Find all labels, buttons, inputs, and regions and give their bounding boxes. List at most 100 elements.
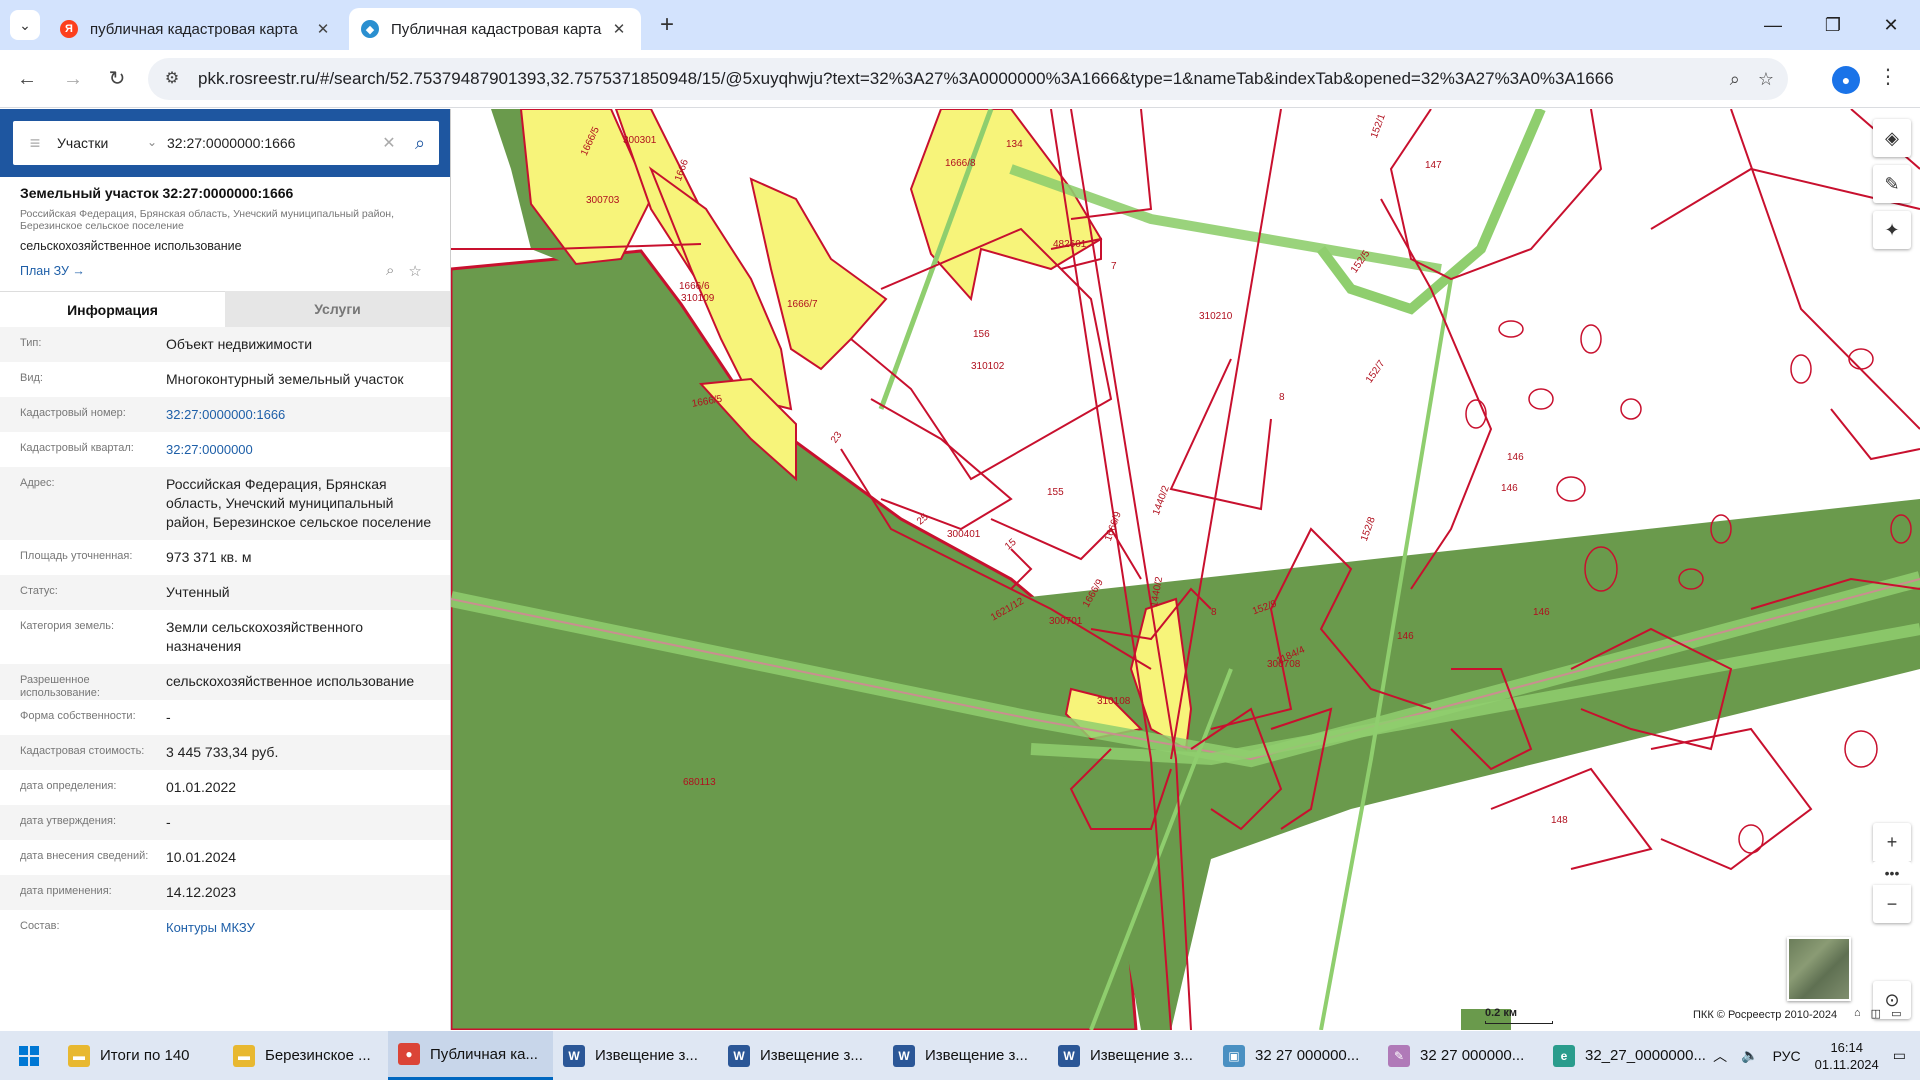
search-input[interactable]: 32:27:0000000:1666 bbox=[167, 135, 377, 151]
site-settings-icon[interactable]: ⚙ bbox=[160, 67, 184, 91]
browser-tab-yandex[interactable]: Я публичная кадастровая карта ✕ bbox=[48, 8, 345, 50]
parcel-number-label: 310108 bbox=[1097, 696, 1131, 707]
taskbar-item-label: Публичная ка... bbox=[430, 1045, 538, 1063]
profile-avatar-icon[interactable]: ● bbox=[1832, 66, 1860, 94]
folder-icon: ▬ bbox=[68, 1044, 90, 1067]
taskbar-item-label: Извещение з... bbox=[595, 1047, 698, 1064]
bookmark-star-icon[interactable]: ☆ bbox=[1758, 69, 1774, 90]
parcel-boundary bbox=[1528, 388, 1554, 410]
taskbar-item[interactable]: ▣ 32 27 000000... bbox=[1213, 1031, 1378, 1080]
parcel-boundary bbox=[1556, 476, 1586, 502]
chevron-up-icon[interactable]: ︿ bbox=[1713, 1046, 1727, 1066]
parcel-number-label: 8 bbox=[1279, 392, 1285, 403]
folder-icon: ▬ bbox=[233, 1044, 255, 1067]
ruler-icon[interactable]: ✎ bbox=[1873, 165, 1911, 203]
tab-search-chevron-icon[interactable]: ⌄ bbox=[10, 10, 40, 40]
detail-row: дата применения: 14.12.2023 bbox=[0, 875, 450, 910]
taskbar-item[interactable]: ● Публичная ка... bbox=[388, 1031, 553, 1080]
yandex-icon: Я bbox=[60, 20, 78, 38]
detail-value-link[interactable]: 32:27:0000000:1666 bbox=[166, 397, 450, 432]
map-canvas[interactable] bbox=[451, 109, 1920, 1030]
parcel-number-label: 300708 bbox=[1267, 659, 1301, 670]
detail-value-link[interactable]: Контуры МКЗУ bbox=[166, 910, 450, 945]
taskbar-item-label: 32_27_0000000... bbox=[1585, 1047, 1706, 1064]
basemap-switcher[interactable] bbox=[1787, 937, 1851, 1001]
clock[interactable]: 16:14 01.11.2024 bbox=[1815, 1039, 1879, 1073]
browser-menu-icon[interactable]: ⋮ bbox=[1878, 64, 1898, 89]
menu-icon[interactable]: ≡ bbox=[13, 133, 57, 154]
detail-row: дата внесения сведений: 10.01.2024 bbox=[0, 840, 450, 875]
detail-label: Категория земель: bbox=[20, 620, 115, 632]
detail-label: Статус: bbox=[20, 585, 58, 597]
parcel-boundary bbox=[1650, 727, 1813, 871]
detail-value: - bbox=[166, 814, 171, 830]
parcel-number-label: 310210 bbox=[1199, 311, 1233, 322]
minimize-button[interactable]: — bbox=[1750, 10, 1796, 40]
parcel-boundary bbox=[870, 398, 1013, 531]
reload-icon[interactable]: ↻ bbox=[102, 64, 132, 94]
parcel-number-label: 310102 bbox=[971, 361, 1005, 372]
chevron-down-icon: ⌄ bbox=[146, 135, 157, 149]
tab-info[interactable]: Информация bbox=[0, 291, 225, 327]
taskbar-item-label: Итоги по 140 bbox=[100, 1047, 190, 1064]
parcel-boundary bbox=[1738, 824, 1764, 854]
url-text[interactable]: pkk.rosreestr.ru/#/search/52.75379487901… bbox=[198, 69, 1730, 89]
search-icon[interactable]: ⌕ bbox=[401, 133, 439, 154]
layers-icon[interactable]: ◈ bbox=[1873, 119, 1911, 157]
detail-row: Тип: Объект недвижимости bbox=[0, 327, 450, 362]
window-close-button[interactable]: ✕ bbox=[1868, 10, 1914, 40]
detail-value: Земли сельскохозяйственного назначения bbox=[166, 619, 364, 654]
address-bar[interactable]: ⚙ pkk.rosreestr.ru/#/search/52.753794879… bbox=[148, 58, 1788, 100]
zoom-search-icon[interactable]: ⌕ bbox=[1730, 69, 1740, 90]
plan-link[interactable]: План ЗУ → bbox=[20, 264, 85, 278]
close-icon[interactable]: ✕ bbox=[609, 20, 629, 38]
parcel-number-label: 155 bbox=[1047, 487, 1064, 498]
favorite-star-icon[interactable]: ☆ bbox=[408, 262, 421, 280]
taskbar-item[interactable]: W Извещение з... bbox=[1048, 1031, 1213, 1080]
parcel-number-label: 1666/7 bbox=[787, 299, 818, 310]
forward-arrow-icon[interactable]: → bbox=[58, 64, 88, 94]
new-tab-button[interactable]: + bbox=[652, 10, 682, 40]
word-icon: W bbox=[1058, 1044, 1080, 1067]
search-category-select[interactable]: Участки ⌄ bbox=[57, 135, 167, 151]
locate-icon[interactable]: ✦ bbox=[1873, 211, 1911, 249]
parcel-number-label: 146 bbox=[1501, 483, 1518, 494]
home-icon[interactable]: ⌂ bbox=[1854, 1007, 1861, 1020]
taskbar-item[interactable]: ▬ Итоги по 140 bbox=[58, 1031, 223, 1080]
taskbar-item[interactable]: ✎ 32 27 000000... bbox=[1378, 1031, 1543, 1080]
zoom-out-button[interactable]: − bbox=[1873, 885, 1911, 923]
detail-value: 14.12.2023 bbox=[166, 884, 237, 900]
zoom-to-object-icon[interactable]: ⌕ bbox=[386, 262, 394, 280]
back-arrow-icon[interactable]: ← bbox=[12, 64, 42, 94]
parcel-number-label: 134 bbox=[1006, 139, 1023, 150]
detail-label: Форма собственности: bbox=[20, 710, 136, 722]
taskbar-item[interactable]: W Извещение з... bbox=[718, 1031, 883, 1080]
clear-icon[interactable]: ✕ bbox=[377, 133, 401, 153]
taskbar-item-label: Извещение з... bbox=[925, 1047, 1028, 1064]
more-icon[interactable]: ••• bbox=[1873, 861, 1911, 885]
taskbar-item[interactable]: ▬ Березинское ... bbox=[223, 1031, 388, 1080]
screen-icon[interactable]: ▭ bbox=[1891, 1007, 1901, 1020]
close-icon[interactable]: ✕ bbox=[313, 20, 333, 38]
fullscreen-icon[interactable]: ◫ bbox=[1871, 1007, 1881, 1020]
detail-row: Площадь уточненная: 973 371 кв. м bbox=[0, 540, 450, 575]
cadastral-map[interactable]: 300301 1666/5 300703 1666 1666/6 310109 1666/7… bbox=[451, 109, 1920, 1030]
object-use: сельскохозяйственное использование bbox=[20, 239, 242, 253]
taskbar-item[interactable]: W Извещение з... bbox=[883, 1031, 1048, 1080]
notification-icon[interactable]: ▭ bbox=[1893, 1047, 1906, 1064]
detail-value-link[interactable]: 32:27:0000000 bbox=[166, 432, 450, 467]
parcel-number-label: 146 bbox=[1533, 607, 1550, 618]
detail-row: Кадастровая стоимость: 3 445 733,34 руб. bbox=[0, 735, 450, 770]
taskbar-item[interactable]: e 32_27_0000000... bbox=[1543, 1031, 1708, 1080]
detail-value: Многоконтурный земельный участок bbox=[166, 371, 404, 387]
tab-services[interactable]: Услуги bbox=[225, 291, 450, 327]
taskbar-item[interactable]: W Извещение з... bbox=[553, 1031, 718, 1080]
language-indicator[interactable]: РУС bbox=[1773, 1048, 1801, 1064]
scale-label: 0.2 км bbox=[1485, 1007, 1517, 1019]
restore-button[interactable]: ❐ bbox=[1810, 10, 1856, 40]
zoom-in-button[interactable]: + bbox=[1873, 823, 1911, 861]
volume-icon[interactable]: 🔈 bbox=[1741, 1047, 1758, 1064]
start-button[interactable] bbox=[0, 1031, 58, 1080]
browser-tab-pkk[interactable]: ◆ Публичная кадастровая карта ✕ bbox=[349, 8, 641, 50]
object-address-line: Российская Федерация, Брянская область, … bbox=[20, 208, 395, 220]
